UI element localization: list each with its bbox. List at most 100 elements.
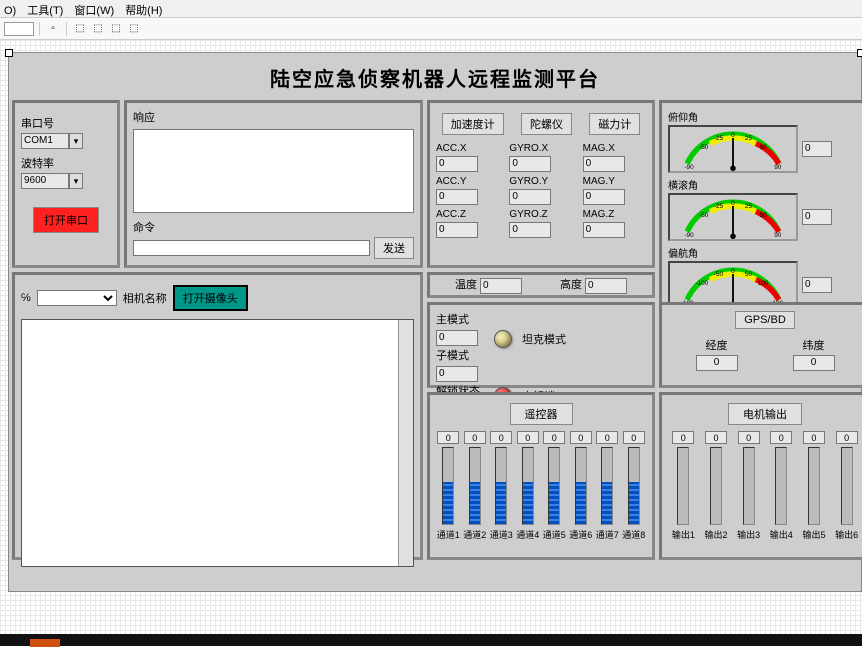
send-button[interactable]: 发送 — [374, 237, 414, 259]
tank-mode-label: 坦克模式 — [522, 331, 566, 347]
sensor-panel: 加速度计 陀螺仪 磁力计 ACC.X0 GYRO.X0 MAG.X0 ACC.Y… — [427, 100, 655, 268]
svg-text:0: 0 — [731, 268, 735, 275]
toolbar-btn-5[interactable]: ⬚ — [126, 21, 142, 37]
accx-label: ACC.X — [436, 143, 499, 154]
gyro-button[interactable]: 陀螺仪 — [521, 113, 572, 135]
output-slider-1[interactable]: 0输出1 — [672, 431, 695, 541]
svg-text:25: 25 — [745, 135, 753, 142]
magy-value: 0 — [583, 189, 625, 205]
separator — [39, 22, 40, 36]
accy-label: ACC.Y — [436, 176, 499, 187]
main-mode-value: 0 — [436, 330, 478, 346]
output-slider-5[interactable]: 0输出5 — [802, 431, 825, 541]
camera-select[interactable] — [37, 290, 117, 306]
channel-slider-2[interactable]: 0通道2 — [463, 431, 486, 541]
open-camera-button[interactable]: 打开摄像头 — [173, 285, 248, 311]
port-label: 串口号 — [21, 115, 111, 131]
channel-slider-3[interactable]: 0通道3 — [490, 431, 513, 541]
yaw-label: 偏航角 — [668, 245, 862, 260]
menu-tools[interactable]: 工具(T) — [27, 5, 63, 17]
env-panel: 温度 0 高度 0 — [427, 272, 655, 298]
slider-track[interactable] — [628, 447, 640, 525]
svg-text:0: 0 — [731, 132, 735, 139]
channel-value: 0 — [596, 431, 618, 444]
toolbar-btn-1[interactable]: ▫ — [45, 21, 61, 37]
svg-text:-90: -90 — [684, 164, 694, 171]
open-serial-button[interactable]: 打开串口 — [33, 207, 99, 233]
output-label: 输出5 — [802, 528, 825, 541]
slider-track[interactable] — [442, 447, 454, 525]
toolbar-input[interactable] — [4, 22, 34, 36]
channel-slider-8[interactable]: 0通道8 — [622, 431, 645, 541]
menu-bar: O) 工具(T) 窗口(W) 帮助(H) — [0, 0, 862, 18]
toolbar: ▫ ⬚ ⬚ ⬚ ⬚ — [0, 18, 862, 40]
channel-label: 通道8 — [622, 528, 645, 541]
slider-track[interactable] — [808, 447, 820, 525]
slider-track[interactable] — [677, 447, 689, 525]
gps-panel: GPS/BD 经度0 纬度0 — [659, 302, 862, 388]
menu-window[interactable]: 窗口(W) — [74, 5, 114, 17]
menu-help[interactable]: 帮助(H) — [125, 5, 162, 17]
mode-panel: 主模式 0 子模式 0 解锁状态 0 坦克模式 未解锁 — [427, 302, 655, 388]
output-label: 输出2 — [704, 528, 727, 541]
gyrox-value: 0 — [509, 156, 551, 172]
slider-track[interactable] — [495, 447, 507, 525]
baud-dropdown-icon[interactable]: ▾ — [69, 173, 83, 189]
slider-track[interactable] — [575, 447, 587, 525]
output-slider-3[interactable]: 0输出3 — [737, 431, 760, 541]
menu-o[interactable]: O) — [4, 5, 16, 17]
pitch-value: 0 — [802, 141, 832, 157]
accz-value: 0 — [436, 222, 478, 238]
yaw-value: 0 — [802, 277, 832, 293]
lat-value: 0 — [793, 355, 835, 371]
output-slider-6[interactable]: 0输出6 — [835, 431, 858, 541]
channel-label: 通道7 — [596, 528, 619, 541]
slider-track[interactable] — [743, 447, 755, 525]
tank-led-icon — [494, 330, 512, 348]
svg-text:50: 50 — [745, 271, 753, 278]
remote-title-button[interactable]: 遥控器 — [510, 403, 573, 425]
response-textarea[interactable] — [133, 129, 414, 213]
slider-track[interactable] — [469, 447, 481, 525]
output-label: 输出3 — [737, 528, 760, 541]
svg-text:25: 25 — [745, 203, 753, 210]
output-slider-4[interactable]: 0输出4 — [770, 431, 793, 541]
slider-track[interactable] — [522, 447, 534, 525]
channel-slider-4[interactable]: 0通道4 — [516, 431, 539, 541]
slider-track[interactable] — [601, 447, 613, 525]
lon-value: 0 — [696, 355, 738, 371]
motor-title-button[interactable]: 电机输出 — [728, 403, 802, 425]
channel-label: 通道3 — [490, 528, 513, 541]
slider-track[interactable] — [841, 447, 853, 525]
output-value: 0 — [705, 431, 727, 444]
camera-panel: ℅ 相机名称 打开摄像头 — [12, 272, 423, 560]
slider-track[interactable] — [710, 447, 722, 525]
channel-slider-1[interactable]: 0通道1 — [437, 431, 460, 541]
roll-gauge: -90-50-250255090 — [668, 193, 798, 241]
command-input[interactable] — [133, 240, 370, 256]
camera-name-label: 相机名称 — [123, 290, 167, 306]
channel-slider-6[interactable]: 0通道6 — [569, 431, 592, 541]
accx-value: 0 — [436, 156, 478, 172]
slider-track[interactable] — [775, 447, 787, 525]
svg-text:-100: -100 — [695, 280, 708, 287]
toolbar-btn-3[interactable]: ⬚ — [90, 21, 106, 37]
port-dropdown-icon[interactable]: ▾ — [69, 133, 83, 149]
svg-text:-50: -50 — [699, 212, 709, 219]
magx-value: 0 — [583, 156, 625, 172]
mag-button[interactable]: 磁力计 — [589, 113, 640, 135]
command-label: 命令 — [133, 219, 414, 235]
channel-value: 0 — [437, 431, 459, 444]
slider-track[interactable] — [548, 447, 560, 525]
gps-button[interactable]: GPS/BD — [735, 311, 795, 329]
accel-button[interactable]: 加速度计 — [442, 113, 504, 135]
toolbar-btn-4[interactable]: ⬚ — [108, 21, 124, 37]
baud-select[interactable]: 9600 — [21, 173, 69, 189]
output-slider-2[interactable]: 0 输出2 — [704, 431, 727, 541]
magy-label: MAG.Y — [583, 176, 646, 187]
port-select[interactable]: COM1 — [21, 133, 69, 149]
alt-label: 高度 — [560, 279, 582, 291]
toolbar-btn-2[interactable]: ⬚ — [72, 21, 88, 37]
channel-slider-5[interactable]: 0通道5 — [543, 431, 566, 541]
channel-slider-7[interactable]: 0 通道7 — [596, 431, 619, 541]
